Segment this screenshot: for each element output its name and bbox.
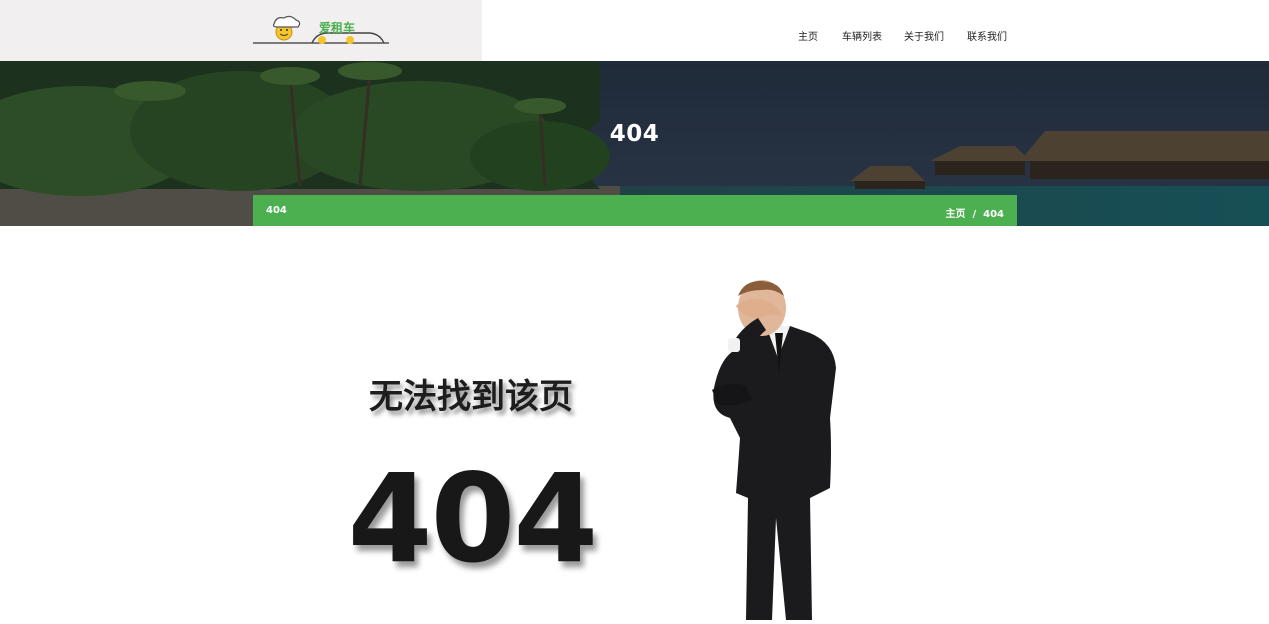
breadcrumb-trail: 主页 / 404 [945, 205, 1004, 220]
nav-item-about[interactable]: 关于我们 [904, 28, 944, 43]
nav-item-home[interactable]: 主页 [798, 28, 818, 43]
breadcrumb: 404 主页 / 404 [253, 195, 1017, 226]
breadcrumb-title: 404 [266, 205, 287, 216]
logo-text: 爱租车 [319, 21, 356, 35]
nav-item-vehicle-list[interactable]: 车辆列表 [842, 28, 882, 43]
breadcrumb-separator: / [972, 209, 977, 220]
logo-area: 爱租车 [0, 0, 482, 61]
facepalm-man-image [700, 278, 850, 620]
hero-title: 404 [609, 121, 660, 147]
error-message: 无法找到该页 [369, 377, 573, 417]
breadcrumb-current-page: 404 [983, 209, 1004, 220]
businessman-illustration [712, 280, 836, 620]
error-code: 404 [347, 448, 599, 590]
site-header: 爱租车 主页 车辆列表 关于我们 联系我们 [0, 0, 1269, 61]
breadcrumb-home-link[interactable]: 主页 [945, 209, 965, 220]
nav-item-contact[interactable]: 联系我们 [967, 28, 1007, 43]
site-logo[interactable]: 爱租车 [252, 14, 392, 48]
